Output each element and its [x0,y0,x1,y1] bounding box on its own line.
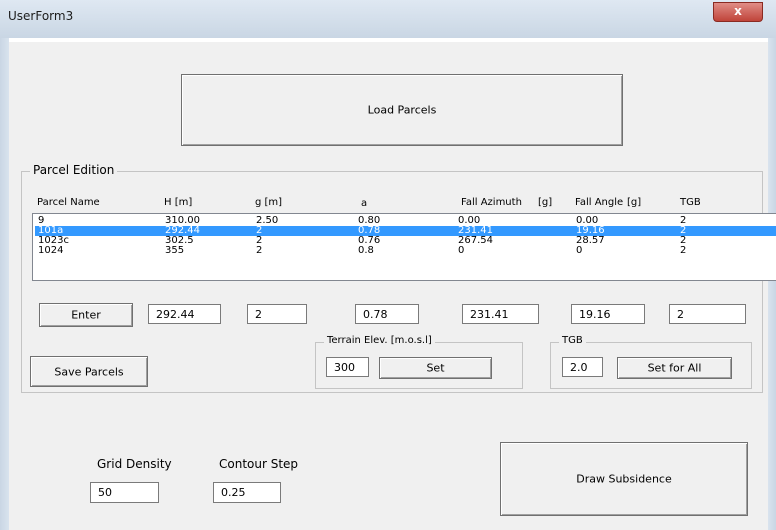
form-client-area: Load Parcels Parcel Edition Parcel Name … [9,38,776,530]
draw-subsidence-button[interactable]: Draw Subsidence [500,442,748,516]
draw-subsidence-label: Draw Subsidence [576,472,672,486]
contour-step-label: Contour Step [219,457,299,471]
grid-density-field[interactable]: 50 [90,482,159,503]
cell-g: 2 [256,245,263,256]
header-fall-angle: Fall Angle [575,197,624,208]
window-frame-left [0,38,9,530]
save-parcels-label: Save Parcels [54,365,124,378]
set-for-all-button[interactable]: Set for All [617,357,732,379]
terrain-elev-group: Terrain Elev. [m.o.s.l] 300 Set [315,335,523,389]
window-frame-right [768,38,776,530]
close-icon: x [734,4,742,18]
load-parcels-label: Load Parcels [367,103,437,117]
enter-label: Enter [71,308,101,322]
title-bar[interactable]: UserForm3 x [0,0,776,38]
close-button[interactable]: x [713,2,763,22]
contour-step-field[interactable]: 0.25 [213,482,281,503]
cell-h: 355 [165,245,185,256]
g-field[interactable]: 2 [247,304,307,324]
a-field[interactable]: 0.78 [355,304,419,324]
table-row[interactable]: 1023c 302.5 2 0.76 267.54 28.57 2 [35,236,776,246]
tgb-all-field[interactable]: 2.0 [562,357,603,377]
set-terrain-button[interactable]: Set [379,357,492,379]
cell-name: 1024 [38,245,64,256]
header-g: g [m] [255,197,283,208]
userform-window: UserForm3 x Load Parcels Parcel Edition … [0,0,776,530]
header-h: H [m] [164,197,193,208]
parcel-edition-group: Parcel Edition Parcel Name H [m] g [m] a… [21,163,776,393]
table-row[interactable]: 1024 355 2 0.8 0 0 2 [35,246,776,256]
terrain-elev-field[interactable]: 300 [326,357,369,377]
cell-tgb: 2 [680,245,687,256]
header-fall-azimuth: Fall Azimuth [461,197,522,208]
set-for-all-label: Set for All [647,361,702,375]
fall-azimuth-field[interactable]: 231.41 [462,304,539,324]
enter-button[interactable]: Enter [39,303,133,327]
save-parcels-button[interactable]: Save Parcels [30,356,148,387]
cell-angle: 0 [576,245,583,256]
window-title: UserForm3 [8,9,74,23]
load-parcels-button[interactable]: Load Parcels [181,74,623,146]
table-row-selected[interactable]: 101a 292.44 2 0.78 231.41 19.16 2 [35,226,776,236]
grid-density-label: Grid Density [97,457,172,471]
cell-azimuth: 0 [458,245,465,256]
parcel-list[interactable]: 9 310.00 2.50 0.80 0.00 0.00 2 101a 292.… [32,213,776,281]
tgb-field[interactable]: 2 [669,304,746,324]
parcel-edition-label: Parcel Edition [30,163,118,177]
table-row[interactable]: 9 310.00 2.50 0.80 0.00 0.00 2 [35,216,776,226]
h-field[interactable]: 292.44 [148,304,221,324]
tgb-group-label: TGB [559,335,586,346]
tgb-group: TGB 2.0 Set for All [550,335,752,389]
header-fall-azimuth-unit: [g] [538,197,553,208]
header-tgb: TGB [680,197,701,208]
fall-angle-field[interactable]: 19.16 [571,304,645,324]
header-fall-angle-unit: [g] [627,197,642,208]
header-parcel-name: Parcel Name [37,197,100,208]
terrain-elev-label: Terrain Elev. [m.o.s.l] [324,335,435,346]
cell-a: 0.8 [358,245,374,256]
header-a: a [361,198,368,209]
set-terrain-label: Set [426,361,445,375]
